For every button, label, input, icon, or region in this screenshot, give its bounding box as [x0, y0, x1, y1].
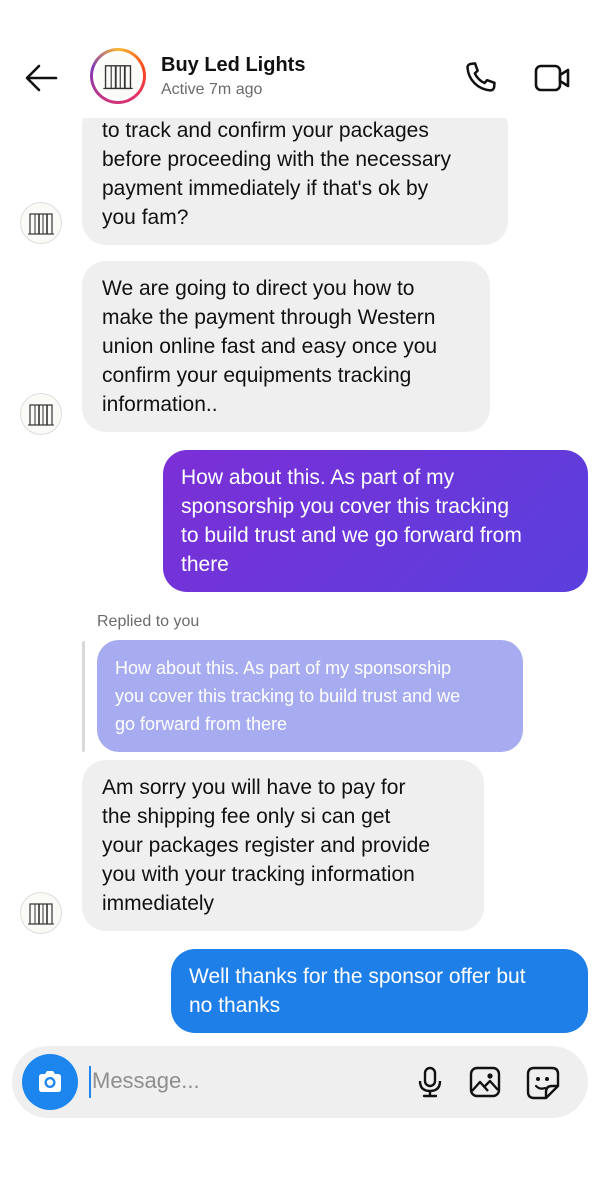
- message-line: information..: [102, 393, 218, 416]
- message-line: Well thanks for the sponsor offer but: [189, 965, 526, 988]
- message-line: payment immediately if that's ok by: [102, 177, 429, 200]
- sticker-button[interactable]: [524, 1064, 562, 1102]
- message-line: before proceeding with the necessary: [102, 148, 452, 171]
- storefront-logo-icon: [28, 404, 54, 426]
- message-line: make the payment through Western: [102, 306, 436, 329]
- phone-icon: [466, 62, 496, 92]
- message-line: Am sorry you will have to pay for: [102, 776, 406, 799]
- message-line: to build trust and we go forward from: [181, 524, 522, 547]
- camera-icon: [39, 1071, 61, 1092]
- text-cursor: [89, 1066, 91, 1098]
- microphone-icon: [418, 1066, 442, 1098]
- message-line: you fam?: [102, 206, 189, 229]
- message-thread[interactable]: to track and confirm your packages befor…: [0, 0, 600, 1040]
- message-line: your packages register and provide: [102, 834, 431, 857]
- outgoing-message[interactable]: How about this. As part of my sponsorshi…: [163, 450, 588, 592]
- active-status: Active 7m ago: [161, 81, 263, 98]
- contact-avatar[interactable]: [20, 892, 62, 934]
- quote-line: go forward from there: [115, 714, 288, 734]
- chat-header: Buy Led Lights Active 7m ago: [0, 0, 600, 118]
- voice-message-button[interactable]: [412, 1064, 448, 1100]
- image-gallery-icon: [469, 1066, 501, 1098]
- contact-avatar-large[interactable]: [90, 48, 146, 104]
- message-input[interactable]: Message...: [92, 1068, 200, 1094]
- video-call-button[interactable]: [530, 58, 574, 98]
- contact-avatar[interactable]: [20, 393, 62, 435]
- contact-name[interactable]: Buy Led Lights: [161, 54, 305, 77]
- sticker-icon: [526, 1066, 560, 1100]
- message-line: immediately: [102, 892, 215, 915]
- message-line: there: [181, 553, 229, 576]
- message-line: How about this. As part of my: [181, 466, 455, 489]
- message-line: confirm your equipments tracking: [102, 364, 412, 387]
- outgoing-message[interactable]: Well thanks for the sponsor offer but no…: [171, 949, 588, 1033]
- back-arrow-icon: [25, 64, 58, 92]
- camera-button[interactable]: [22, 1054, 78, 1110]
- message-composer: Message...: [12, 1046, 588, 1118]
- storefront-logo-icon: [28, 213, 54, 235]
- message-line: sponsorship you cover this tracking: [181, 495, 509, 518]
- quote-line: How about this. As part of my sponsorshi…: [115, 658, 452, 678]
- message-line: to track and confirm your packages: [102, 119, 429, 142]
- message-line: you with your tracking information: [102, 863, 415, 886]
- replied-quote[interactable]: How about this. As part of my sponsorshi…: [97, 640, 523, 752]
- reply-indicator-bar: [82, 641, 85, 752]
- message-line: no thanks: [189, 994, 281, 1017]
- incoming-message[interactable]: Am sorry you will have to pay for the sh…: [82, 760, 484, 931]
- gallery-button[interactable]: [467, 1064, 503, 1100]
- message-line: the shipping fee only si can get: [102, 805, 391, 828]
- storefront-logo-icon: [28, 903, 54, 925]
- back-button[interactable]: [22, 58, 62, 98]
- incoming-message[interactable]: to track and confirm your packages befor…: [82, 102, 508, 245]
- storefront-logo-icon: [103, 65, 133, 90]
- audio-call-button[interactable]: [460, 58, 500, 98]
- message-line: union online fast and easy once you: [102, 335, 438, 358]
- video-camera-icon: [534, 64, 570, 92]
- contact-avatar[interactable]: [20, 202, 62, 244]
- replied-to-label: Replied to you: [97, 613, 200, 630]
- incoming-message[interactable]: We are going to direct you how to make t…: [82, 261, 490, 432]
- quote-line: you cover this tracking to build trust a…: [115, 686, 461, 706]
- message-line: We are going to direct you how to: [102, 277, 415, 300]
